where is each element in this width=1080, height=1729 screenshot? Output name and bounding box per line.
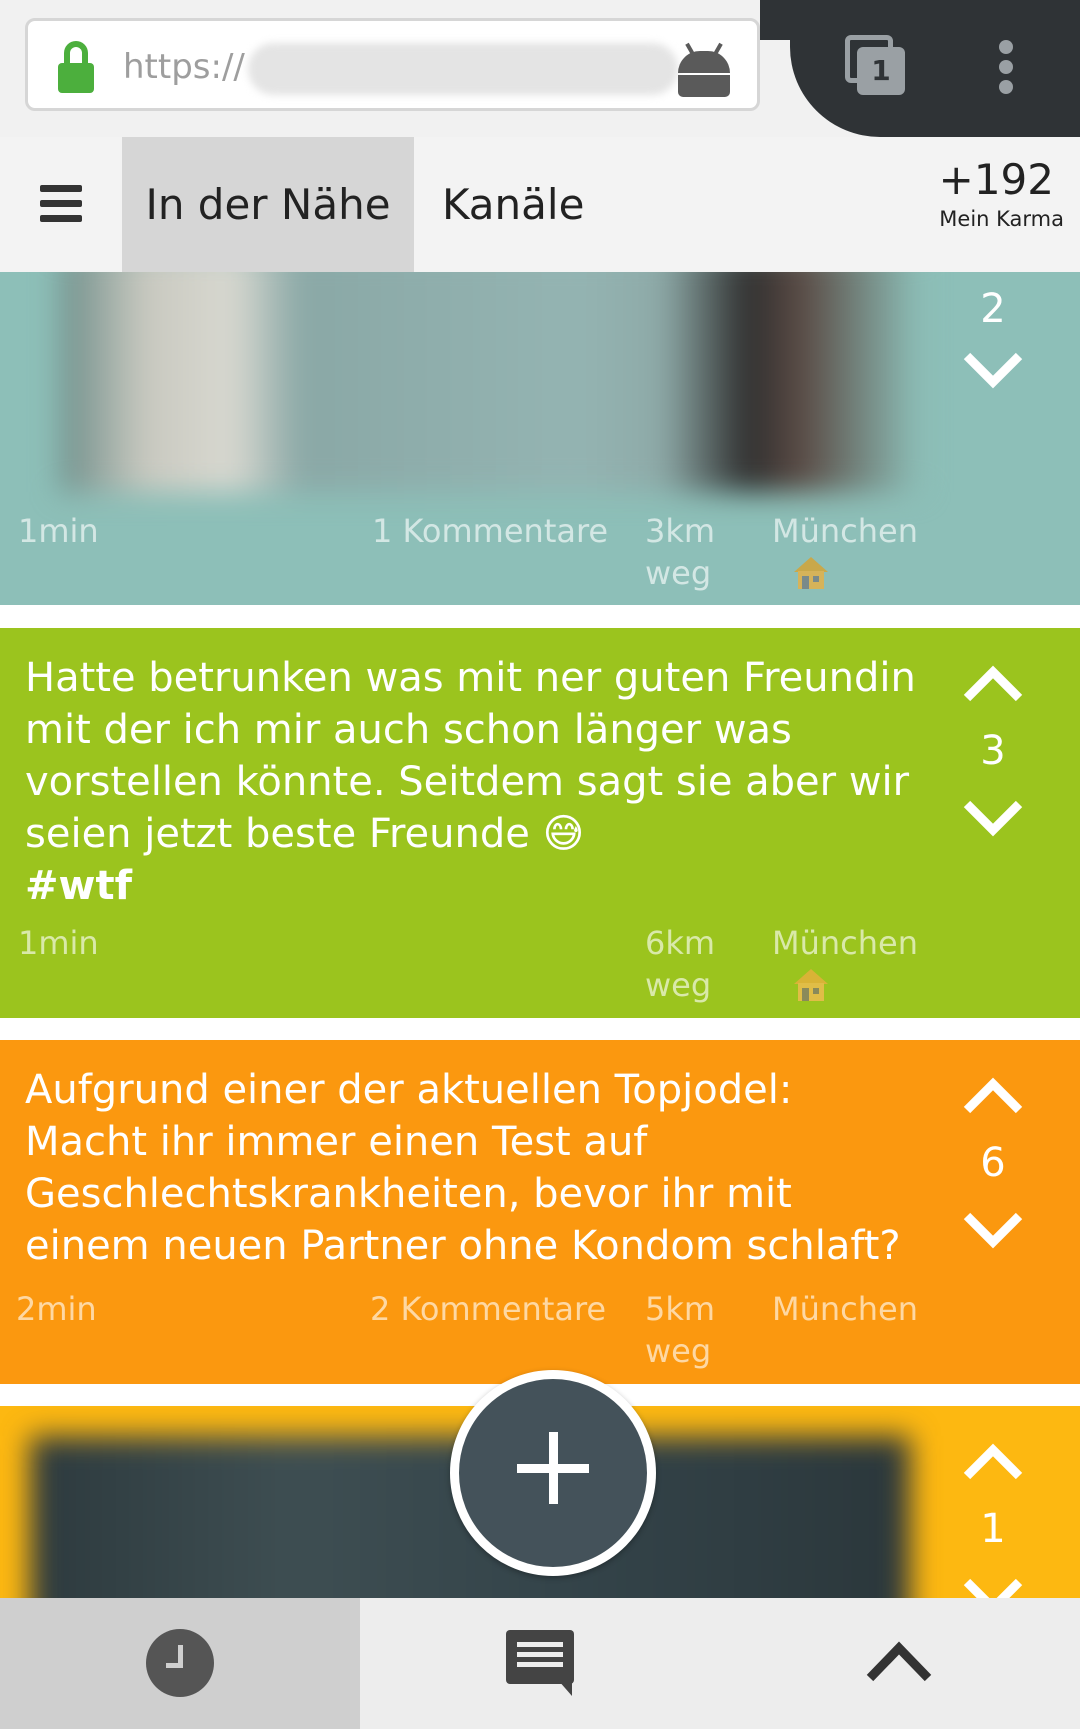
karma-value[interactable]: +192 [939,155,1054,204]
post-comments[interactable]: 1 Kommentare [372,510,608,552]
house-icon [792,966,830,1004]
post-image [60,272,920,492]
upvote-button[interactable] [961,1442,1025,1482]
vote-count: 2 [980,286,1006,332]
post-time: 2min [16,1290,97,1328]
post-body: Aufgrund einer der aktuellen Topjodel: M… [25,1067,901,1269]
overflow-menu-icon[interactable] [996,40,1016,96]
post-distance: 6km weg [645,924,716,1004]
bottom-nav [0,1598,1080,1729]
post-distance: 3km weg [645,512,716,592]
post-distance: 5km weg [645,1290,716,1370]
post-comments[interactable]: 2 Kommentare [370,1288,606,1330]
toolbar-dark-area [790,0,1080,137]
vote-count: 1 [980,1506,1006,1552]
downvote-button[interactable] [961,1576,1025,1598]
post-time: 1min [18,924,99,962]
chevron-up-icon[interactable] [864,1638,934,1684]
upvote-button[interactable] [961,1076,1025,1116]
nav-recent[interactable] [0,1598,360,1729]
tab-count: 1 [857,47,905,95]
lock-icon [58,41,94,93]
karma-label: Mein Karma [939,207,1064,231]
redacted-url [248,43,678,95]
url-bar[interactable]: https:// [25,18,760,111]
post-text: Hatte betrunken was mit ner guten Freund… [25,652,925,912]
post-location: München [772,924,919,962]
comment-icon[interactable] [506,1630,574,1696]
tab-nearby[interactable]: In der Nähe [122,137,414,272]
vote-count: 3 [980,728,1006,774]
plus-icon-vertical [549,1432,558,1504]
post-card[interactable]: Hatte betrunken was mit ner guten Freund… [0,628,1080,1018]
vote-column: 6 [955,1076,1031,1256]
compose-button[interactable] [450,1370,656,1576]
post-card[interactable]: Aufgrund einer der aktuellen Topjodel: M… [0,1040,1080,1384]
post-hashtag[interactable]: #wtf [25,860,925,912]
post-body: Hatte betrunken was mit ner guten Freund… [25,655,916,857]
tab-channels[interactable]: Kanäle [442,137,584,272]
screen: https:// 1 In der Nähe Kanäle +192 Mein … [0,0,1080,1729]
vote-column: 3 [955,664,1031,844]
post-location: München [772,1290,919,1328]
url-text: https:// [123,47,245,87]
upvote-button[interactable] [961,664,1025,704]
downvote-button[interactable] [961,1210,1025,1250]
app-header: In der Nähe Kanäle +192 Mein Karma [0,137,1080,272]
downvote-button[interactable] [961,350,1025,390]
post-card[interactable]: 2 1min 1 Kommentare 3km weg München [0,272,1080,605]
android-icon[interactable] [676,42,732,97]
vote-column: 1 [955,1442,1031,1598]
house-icon [792,554,830,592]
hamburger-icon[interactable] [40,185,82,223]
downvote-button[interactable] [961,798,1025,838]
post-time: 1min [18,512,99,550]
vote-column: 2 [955,286,1031,389]
vote-count: 6 [980,1140,1006,1186]
clock-icon [146,1629,214,1697]
browser-toolbar: https:// 1 [0,0,1080,137]
tab-switcher-button[interactable]: 1 [845,35,905,95]
post-location: München [772,512,919,550]
